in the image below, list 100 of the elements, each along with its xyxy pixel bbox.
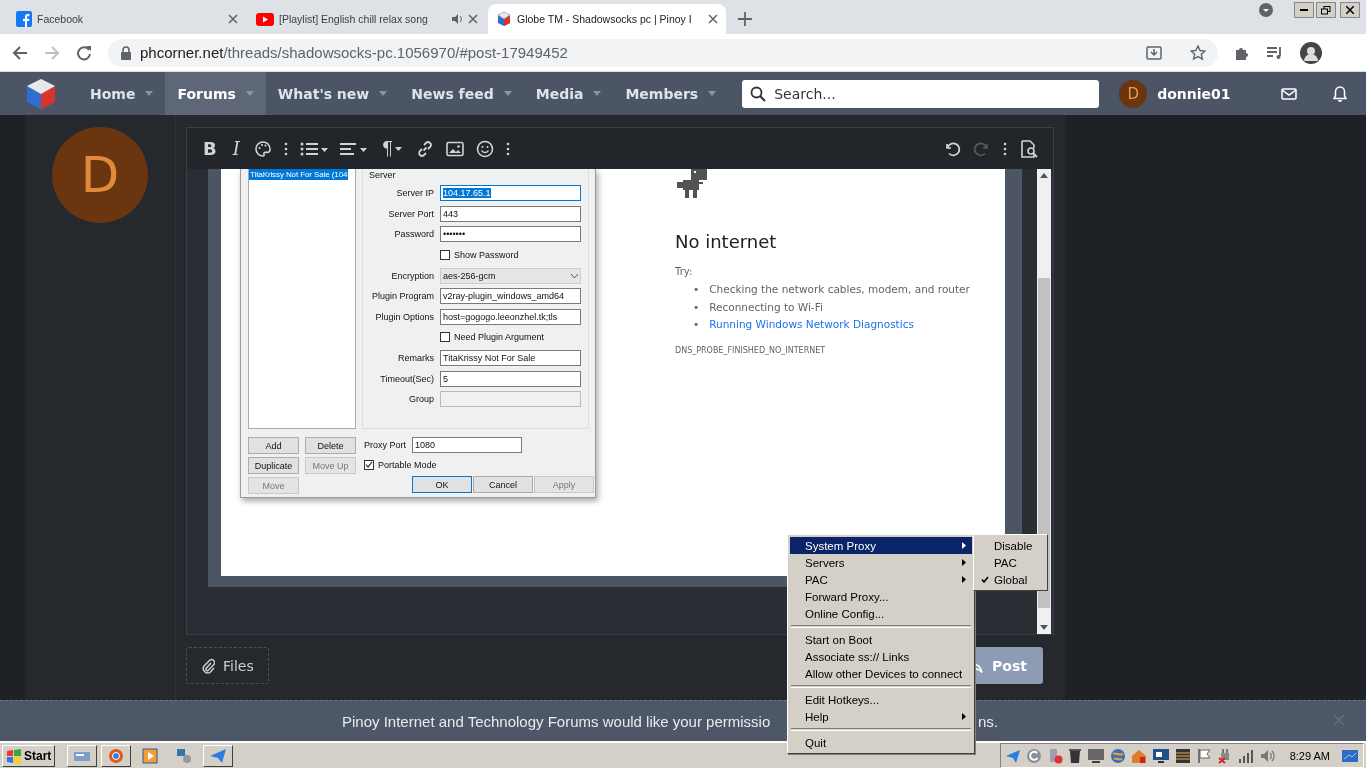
search-box[interactable]: Search...: [742, 79, 1100, 108]
circular-arrow-icon[interactable]: [1025, 747, 1042, 764]
close-icon[interactable]: [708, 14, 718, 24]
palette-icon[interactable]: [253, 139, 272, 158]
nav-tab[interactable]: Home: [78, 72, 166, 115]
taskbar-app-button[interactable]: [67, 744, 98, 767]
menu-item[interactable]: Servers: [790, 554, 972, 571]
text-field[interactable]: 443: [440, 205, 581, 222]
browser-tab[interactable]: Facebook: [8, 4, 246, 34]
search-field[interactable]: Search...: [774, 80, 1092, 107]
grid-icon[interactable]: [1174, 747, 1191, 764]
globe-icon[interactable]: [1109, 747, 1126, 764]
menu-item[interactable]: System Proxy: [790, 537, 972, 554]
play-icon[interactable]: [142, 747, 159, 764]
trash-bin-icon[interactable]: [1067, 747, 1082, 764]
browser-tab[interactable]: Globe TM - Shadowsocks pc | Pinoy I: [488, 4, 726, 34]
taskbar-app-button[interactable]: [101, 744, 132, 767]
server-list-item[interactable]: TitaKrissy Not For Sale (104: [249, 169, 349, 180]
cube-logo-icon[interactable]: [24, 76, 58, 111]
network-computer-icon[interactable]: [176, 747, 193, 764]
text-field[interactable]: •••••••: [440, 226, 581, 243]
preview-icon[interactable]: [1019, 139, 1039, 158]
monitor-icon[interactable]: [1086, 747, 1105, 764]
username-link[interactable]: donnie01: [1157, 85, 1231, 102]
text-field[interactable]: host=gogogo.leeonzhel.tk;tls: [440, 308, 581, 325]
text-field[interactable]: 1080: [412, 437, 522, 453]
menu-item[interactable]: Online Config...: [790, 605, 972, 622]
reload-icon[interactable]: [76, 44, 92, 61]
mail-icon[interactable]: [1280, 87, 1297, 100]
menu-item[interactable]: PAC: [976, 554, 1045, 571]
link-icon[interactable]: [416, 139, 435, 158]
menu-item[interactable]: Global: [976, 571, 1045, 588]
more-icon[interactable]: [1003, 141, 1007, 156]
close-button[interactable]: [1340, 2, 1360, 18]
image-icon[interactable]: [446, 140, 465, 157]
nav-tab[interactable]: News feed: [399, 72, 524, 115]
user-avatar[interactable]: D: [52, 127, 148, 223]
text-field[interactable]: TitaKrissy Not For Sale: [440, 350, 581, 367]
profile-avatar-icon[interactable]: [1300, 41, 1322, 64]
text-field[interactable]: v2ray-plugin_windows_amd64: [440, 288, 581, 305]
list-icon[interactable]: [299, 140, 328, 157]
user-avatar[interactable]: D: [1119, 79, 1148, 108]
dialog-button[interactable]: Cancel: [473, 476, 533, 493]
taskbar-app-button[interactable]: [203, 744, 234, 767]
dialog-button[interactable]: Duplicate: [248, 457, 299, 474]
monitor-icon[interactable]: [1151, 747, 1170, 764]
nav-tab[interactable]: Members: [613, 72, 729, 115]
flag-icon[interactable]: [1195, 747, 1212, 764]
nav-tab[interactable]: Media: [523, 72, 614, 115]
dialog-button[interactable]: OK: [412, 476, 472, 493]
undo-icon[interactable]: [943, 139, 961, 158]
menu-item[interactable]: Forward Proxy...: [790, 588, 972, 605]
scroll-up-icon[interactable]: [1040, 173, 1048, 178]
dialog-button[interactable]: Delete: [305, 437, 356, 454]
signal-bars-icon[interactable]: [1237, 748, 1254, 763]
clock[interactable]: 8:29 AM: [1289, 749, 1330, 762]
scroll-down-icon[interactable]: [1040, 625, 1048, 630]
more-icon[interactable]: [283, 141, 288, 156]
checkbox[interactable]: [364, 459, 374, 470]
editor-scrollbar[interactable]: [1037, 169, 1051, 634]
server-list[interactable]: TitaKrissy Not For Sale (104: [248, 169, 356, 429]
bold-button[interactable]: B: [201, 138, 219, 159]
nav-tab[interactable]: Forums: [165, 72, 266, 115]
menu-item[interactable]: Disable: [976, 537, 1045, 554]
checkbox[interactable]: [440, 332, 450, 343]
smiley-icon[interactable]: [476, 139, 495, 158]
dialog-button[interactable]: Add: [248, 437, 299, 454]
align-icon[interactable]: [339, 140, 368, 157]
post-editor[interactable]: [186, 127, 1054, 635]
desktop-icon[interactable]: [1341, 747, 1359, 764]
browser-tab[interactable]: [Playlist] English chill relax song: [248, 4, 486, 34]
menu-item[interactable]: Start on Boot: [790, 631, 972, 648]
paragraph-button[interactable]: ¶: [379, 138, 405, 159]
back-icon[interactable]: [12, 44, 28, 61]
italic-button[interactable]: I: [230, 138, 242, 159]
menu-item[interactable]: Edit Hotkeys...: [790, 691, 972, 708]
menu-item[interactable]: Quit: [790, 734, 972, 751]
minimize-button[interactable]: [1294, 2, 1314, 18]
house-icon[interactable]: [1130, 747, 1147, 764]
star-icon[interactable]: [1190, 44, 1206, 61]
menu-item[interactable]: Help: [790, 708, 972, 725]
diagnostics-link[interactable]: Running Windows Network Diagnostics: [709, 316, 914, 334]
profile-dropdown-icon[interactable]: [1258, 2, 1274, 18]
media-queue-icon[interactable]: [1266, 44, 1284, 61]
close-icon[interactable]: [228, 14, 238, 24]
close-icon[interactable]: [468, 14, 478, 24]
more-icon[interactable]: [506, 141, 511, 156]
text-field[interactable]: 5: [440, 370, 581, 387]
text-field[interactable]: 104.17.65.1: [440, 185, 581, 202]
files-button[interactable]: Files: [186, 647, 269, 684]
menu-item[interactable]: PAC: [790, 571, 972, 588]
nav-tab[interactable]: What's new: [265, 72, 400, 115]
dropdown[interactable]: aes-256-gcm: [440, 267, 581, 284]
bell-icon[interactable]: [1332, 85, 1347, 102]
start-button[interactable]: Start: [2, 744, 56, 767]
restore-button[interactable]: [1316, 2, 1336, 18]
install-icon[interactable]: [1146, 44, 1162, 61]
checkbox[interactable]: [440, 250, 450, 261]
new-tab-icon[interactable]: [738, 12, 752, 26]
paper-plane-icon[interactable]: [1004, 747, 1021, 764]
